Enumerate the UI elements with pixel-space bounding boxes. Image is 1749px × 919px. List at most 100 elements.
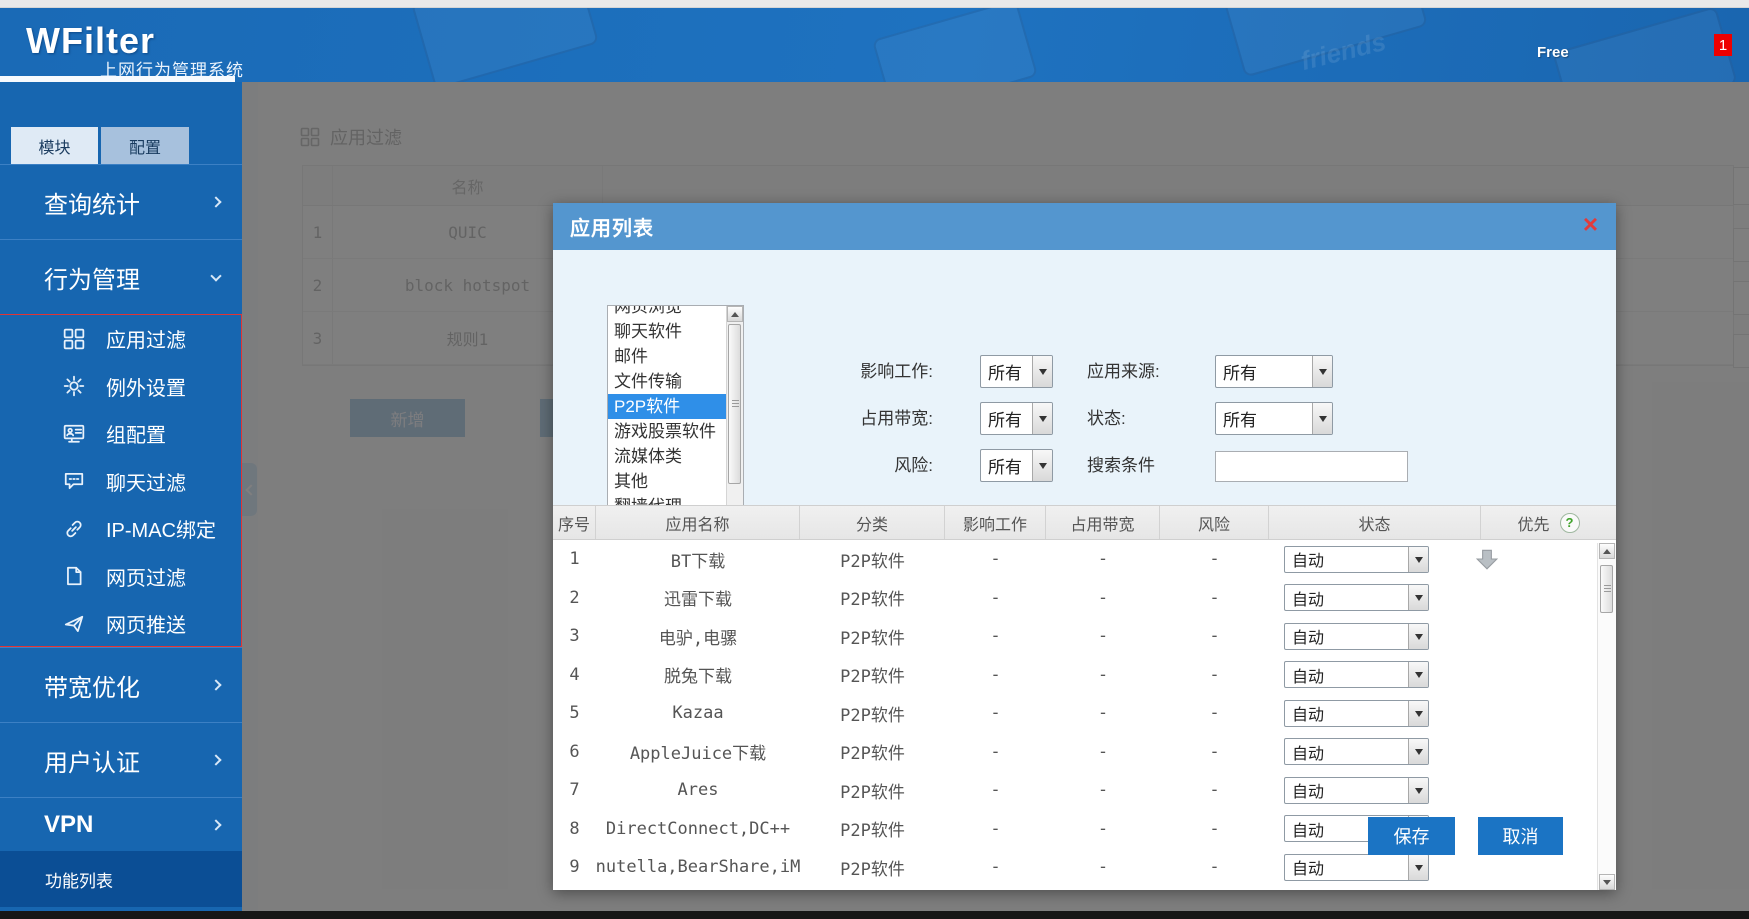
cell-category: P2P软件: [800, 810, 945, 849]
header-label: 序号: [558, 511, 590, 535]
status-filter-value: 所有: [1216, 403, 1312, 434]
status-value: 自动: [1285, 662, 1408, 687]
sidebar-item-6[interactable]: 网页过滤: [0, 553, 241, 601]
sidebar-item-3[interactable]: 组配置: [0, 410, 241, 458]
sidebar-section-user-auth[interactable]: 用户认证: [0, 722, 242, 797]
grid-icon: [62, 327, 86, 351]
status-dropdown[interactable]: 自动: [1284, 584, 1429, 611]
dropdown-arrow-icon[interactable]: [1032, 450, 1052, 481]
scroll-up-icon[interactable]: [1599, 543, 1615, 559]
status-dropdown[interactable]: 自动: [1284, 738, 1429, 765]
dropdown-arrow-icon[interactable]: [1408, 624, 1428, 649]
cell-category: P2P软件: [800, 771, 945, 810]
cancel-button[interactable]: 取消: [1478, 817, 1563, 855]
tab-config[interactable]: 配置: [101, 127, 189, 164]
sidebar-item-5[interactable]: IP-MAC绑定: [0, 505, 241, 553]
gear-icon: [62, 374, 86, 398]
category-option-6[interactable]: 游戏股票软件: [608, 419, 743, 444]
notification-badge[interactable]: 1: [1714, 34, 1732, 56]
help-icon[interactable]: ?: [1560, 513, 1580, 533]
app-row: 5KazaaP2P软件---自动: [553, 694, 1616, 733]
dropdown-arrow-icon[interactable]: [1032, 356, 1052, 387]
cell-impact: -: [945, 540, 1046, 579]
sidebar-section-query-stats[interactable]: 查询统计: [0, 164, 242, 239]
scroll-up-icon[interactable]: [727, 306, 743, 322]
dropdown-arrow-icon[interactable]: [1312, 356, 1332, 387]
sidebar-section-behavior-mgmt[interactable]: 行为管理: [0, 239, 242, 314]
cell-priority: [1475, 656, 1616, 695]
category-option-7[interactable]: 流媒体类: [608, 444, 743, 469]
status-dropdown[interactable]: 自动: [1284, 546, 1429, 573]
category-option-3[interactable]: 邮件: [608, 344, 743, 369]
dropdown-arrow-icon[interactable]: [1408, 855, 1428, 880]
column-header-6: 风险: [1160, 506, 1269, 539]
scroll-down-icon[interactable]: [1599, 874, 1615, 890]
cell-category: P2P软件: [800, 733, 945, 772]
category-option-1[interactable]: 网页浏览: [608, 305, 743, 319]
cell-risk: -: [1160, 848, 1269, 887]
dropdown-arrow-icon[interactable]: [1408, 585, 1428, 610]
feature-list-footer[interactable]: 功能列表: [0, 851, 242, 907]
cell-bandwidth: -: [1046, 617, 1160, 656]
risk-value: 所有: [981, 450, 1032, 481]
app-table-body: 1BT下载P2P软件---自动2迅雷下载P2P软件---自动3电驴,电骡P2P软…: [553, 540, 1616, 890]
bandwidth-dropdown[interactable]: 所有: [980, 402, 1053, 435]
cell-status: 自动: [1269, 733, 1481, 772]
dropdown-arrow-icon[interactable]: [1408, 547, 1428, 572]
status-filter-dropdown[interactable]: 所有: [1215, 402, 1333, 435]
cell-priority: [1475, 540, 1616, 579]
app-row: 6AppleJuice下载P2P软件---自动: [553, 733, 1616, 772]
close-icon[interactable]: ×: [1583, 211, 1598, 237]
scrollbar-thumb[interactable]: [1600, 565, 1613, 613]
cell-index: 8: [553, 810, 596, 849]
sidebar-item-2[interactable]: 例外设置: [0, 363, 241, 411]
status-dropdown[interactable]: 自动: [1284, 623, 1429, 650]
status-dropdown[interactable]: 自动: [1284, 777, 1429, 804]
status-dropdown[interactable]: 自动: [1284, 700, 1429, 727]
dropdown-arrow-icon[interactable]: [1312, 403, 1332, 434]
risk-dropdown[interactable]: 所有: [980, 449, 1053, 482]
risk-label: 风险:: [793, 452, 933, 480]
cell-impact: -: [945, 617, 1046, 656]
sidebar-item-label: 例外设置: [106, 372, 186, 401]
sidebar-section-vpn[interactable]: VPN: [0, 797, 242, 851]
dropdown-arrow-icon[interactable]: [1408, 739, 1428, 764]
dropdown-arrow-icon[interactable]: [1408, 701, 1428, 726]
sidebar-item-7[interactable]: 网页推送: [0, 600, 241, 648]
table-scrollbar[interactable]: [1597, 543, 1616, 890]
cell-priority: [1475, 733, 1616, 772]
sidebar-item-1[interactable]: 应用过滤: [0, 315, 241, 363]
priority-arrow-icon[interactable]: [1475, 547, 1499, 571]
status-dropdown[interactable]: 自动: [1284, 661, 1429, 688]
header-label: 影响工作: [963, 511, 1027, 535]
source-dropdown[interactable]: 所有: [1215, 355, 1333, 388]
dropdown-arrow-icon[interactable]: [1408, 778, 1428, 803]
category-option-4[interactable]: 文件传输: [608, 369, 743, 394]
dropdown-arrow-icon[interactable]: [1032, 403, 1052, 434]
status-dropdown[interactable]: 自动: [1284, 854, 1429, 881]
category-option-2[interactable]: 聊天软件: [608, 319, 743, 344]
license-label: Free: [1537, 44, 1569, 61]
search-input[interactable]: [1215, 451, 1408, 482]
cell-priority: [1475, 579, 1616, 618]
cell-risk: -: [1160, 810, 1269, 849]
cell-bandwidth: -: [1046, 810, 1160, 849]
cell-bandwidth: -: [1046, 656, 1160, 695]
app-table-header: 序号应用名称分类影响工作占用带宽风险状态优先?: [553, 505, 1616, 540]
chevron-right-icon: [210, 754, 221, 765]
dropdown-arrow-icon[interactable]: [1408, 662, 1428, 687]
category-listbox[interactable]: 网页浏览聊天软件邮件文件传输P2P软件游戏股票软件流媒体类其他翻墙代理未知分类: [607, 305, 744, 530]
sidebar-section-bandwidth[interactable]: 带宽优化: [0, 647, 242, 722]
impact-dropdown[interactable]: 所有: [980, 355, 1053, 388]
category-option-8[interactable]: 其他: [608, 469, 743, 494]
status-value: 自动: [1285, 701, 1408, 726]
cell-bandwidth: -: [1046, 694, 1160, 733]
category-option-5[interactable]: P2P软件: [608, 394, 743, 419]
app-row: 7AresP2P软件---自动: [553, 771, 1616, 810]
sidebar-item-4[interactable]: 聊天过滤: [0, 458, 241, 506]
scrollbar-thumb[interactable]: [728, 324, 741, 484]
listbox-scrollbar[interactable]: [726, 306, 743, 529]
tab-modules[interactable]: 模块: [11, 127, 98, 164]
bandwidth-label: 占用带宽:: [793, 405, 933, 433]
save-button[interactable]: 保存: [1368, 817, 1455, 855]
